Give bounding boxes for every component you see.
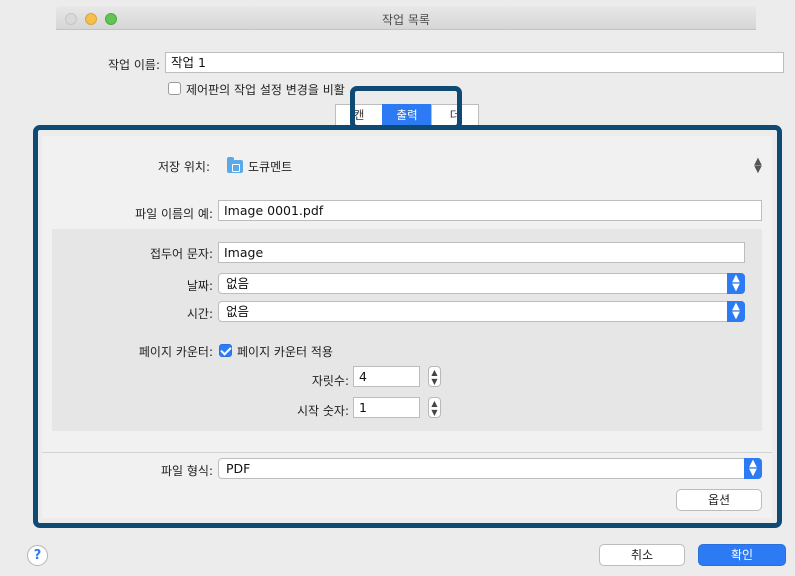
- job-name-label: 작업 이름:: [107, 58, 160, 72]
- output-tab-highlight: [350, 86, 462, 130]
- allow-change-checkbox[interactable]: [168, 82, 181, 95]
- help-icon[interactable]: ?: [27, 545, 48, 566]
- output-panel-highlight: [33, 125, 782, 528]
- ok-button[interactable]: 확인: [698, 544, 786, 566]
- job-name-field[interactable]: 작업 1: [165, 52, 784, 73]
- window-title: 작업 목록: [382, 13, 430, 27]
- cancel-button[interactable]: 취소: [599, 544, 685, 566]
- title-bar: 작업 목록: [56, 6, 756, 30]
- allow-change-label: 제어판의 작업 설정 변경을 비활: [186, 83, 345, 97]
- job-list-window: 작업 목록 작업 이름: 작업 1 제어판의 작업 설정 변경을 비활 캔 출력…: [0, 0, 795, 576]
